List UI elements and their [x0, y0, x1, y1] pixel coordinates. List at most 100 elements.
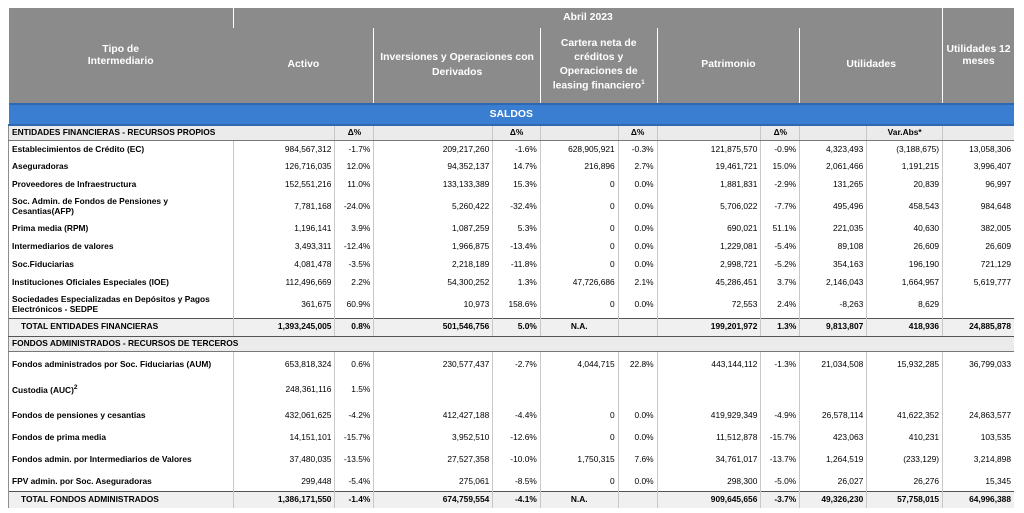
row-label: Custodia (AUC)2	[8, 377, 234, 403]
table: Tipo de Intermediario Abril 2023 Utilida…	[8, 8, 1014, 508]
cell-util: 2,061,466	[799, 158, 867, 176]
cell-inv-pct: -1.6%	[492, 140, 541, 158]
row-label: Fondos de pensiones y cesantias	[8, 403, 234, 429]
cell-pat: 5,706,022	[656, 194, 761, 220]
cell-car-pct: 0.0%	[617, 473, 658, 491]
cell-pat: 72,553	[656, 292, 761, 318]
cell-var: (3,188,675)	[866, 140, 943, 158]
cell-activo: 653,818,324	[232, 351, 335, 377]
cell-pat-pct: 1.3%	[760, 317, 800, 337]
cell-inv: 94,352,137	[373, 158, 493, 176]
cell-car-pct: 22.8%	[617, 351, 658, 377]
cell-car: 0	[539, 176, 619, 194]
cell-pat: 443,144,112	[656, 351, 761, 377]
cell-activo: 361,675	[232, 292, 335, 318]
cell-activo: 3,493,311	[232, 238, 335, 256]
cell-util: 495,496	[799, 194, 867, 220]
row-label: Fondos de prima media	[8, 429, 234, 447]
cell-pat-pct: -5.0%	[760, 473, 800, 491]
row-label: Fondos administrados por Soc. Fiduciaria…	[8, 351, 234, 377]
cell-pat: 909,645,656	[656, 490, 761, 508]
row-label: Sociedades Especializadas en Depósitos y…	[8, 292, 234, 318]
cell-u12: 15,345	[942, 473, 1014, 491]
cell-activo: 432,061,625	[232, 403, 335, 429]
cell-var: 8,629	[866, 292, 943, 318]
cell-var	[866, 377, 943, 403]
cell-inv	[373, 377, 493, 403]
cell-car: 0	[539, 194, 619, 220]
cell-car-pct	[617, 317, 658, 337]
section-header-recursos-propios: ENTIDADES FINANCIERAS - RECURSOS PROPIOS…	[8, 124, 1014, 141]
cell-inv: 501,546,756	[373, 317, 493, 337]
cell-activo-pct: 2.2%	[334, 274, 374, 292]
cell-pat-pct: -0.9%	[760, 140, 800, 158]
tipo-line1: Tipo de	[102, 43, 140, 55]
cell-var: 15,932,285	[866, 351, 943, 377]
cell-var: 196,190	[866, 256, 943, 274]
cell-inv: 275,061	[373, 473, 493, 491]
table-row: Prima media (RPM) 1,196,141 3.9% 1,087,259 5…	[8, 220, 1014, 238]
cell-inv-pct: 5.0%	[492, 317, 541, 337]
table-row: Fondos admin. por Intermediarios de Valo…	[8, 447, 1014, 473]
row-label: FPV admin. por Soc. Aseguradoras	[8, 473, 234, 491]
cell-var: 410,231	[866, 429, 943, 447]
col-header-cartera: Cartera neta de créditos y Operaciones d…	[539, 28, 658, 104]
table-row: FPV admin. por Soc. Aseguradoras 299,448-…	[8, 473, 1014, 491]
cell-inv: 10,973	[373, 292, 493, 318]
cell-pat-pct	[760, 377, 800, 403]
cell-activo: 7,781,168	[232, 194, 335, 220]
cell-car-pct: 0.0%	[617, 238, 658, 256]
cell-util: 131,265	[799, 176, 867, 194]
row-label: Proveedores de Infraestructura	[8, 176, 234, 194]
cell-car-pct: 2.1%	[617, 274, 658, 292]
col-header-tipo: Tipo de Intermediario	[8, 8, 234, 104]
cell-inv-pct: -4.1%	[492, 490, 541, 508]
cell-inv-pct: -8.5%	[492, 473, 541, 491]
cell-inv-pct: -10.0%	[492, 447, 541, 473]
cell-inv-pct: -13.4%	[492, 238, 541, 256]
cell-pat: 11,512,878	[656, 429, 761, 447]
cell-pat-pct: -7.7%	[760, 194, 800, 220]
cell-pat-pct: 51.1%	[760, 220, 800, 238]
cell-pat: 199,201,972	[656, 317, 761, 337]
cell-car: 0	[539, 256, 619, 274]
table-row: Soc.Fiduciarias 4,081,478 -3.5% 2,218,189 -1…	[8, 256, 1014, 274]
cell-activo-pct: -12.4%	[334, 238, 374, 256]
cell-activo-pct: -15.7%	[334, 429, 374, 447]
cell-car-pct: 0.0%	[617, 292, 658, 318]
cell-u12: 26,609	[942, 238, 1014, 256]
cell-inv: 412,427,188	[373, 403, 493, 429]
table-row: Soc. Admin. de Fondos de Pensiones y Ces…	[8, 194, 1014, 220]
cell-u12: 103,535	[942, 429, 1014, 447]
cell-u12	[942, 292, 1014, 318]
row-label: Establecimientos de Crédito (EC)	[8, 140, 234, 158]
cell-var: 418,936	[866, 317, 943, 337]
row-label: Fondos admin. por Intermediarios de Valo…	[8, 447, 234, 473]
cell-car-pct	[617, 490, 658, 508]
cell-car: 216,896	[539, 158, 619, 176]
cell-activo-pct: 11.0%	[334, 176, 374, 194]
col-header-inversiones: Inversiones y Operaciones con Derivados	[373, 28, 541, 104]
cell-car: 0	[539, 238, 619, 256]
cell-pat-pct: 3.7%	[760, 274, 800, 292]
cell-pat-pct: -15.7%	[760, 429, 800, 447]
cell-util: 49,326,230	[799, 490, 867, 508]
cell-car: N.A.	[539, 490, 619, 508]
cell-car: 0	[539, 429, 619, 447]
table-row: Intermediarios de valores 3,493,311 -12.4%…	[8, 238, 1014, 256]
cell-activo-pct: -1.7%	[334, 140, 374, 158]
row-label: TOTAL FONDOS ADMINISTRADOS	[8, 490, 234, 508]
cell-car: 628,905,921	[539, 140, 619, 158]
cell-car: 4,044,715	[539, 351, 619, 377]
cell-activo: 126,716,035	[232, 158, 335, 176]
cell-activo: 1,393,245,005	[232, 317, 335, 337]
cell-activo-pct: 12.0%	[334, 158, 374, 176]
cell-pat-pct: -1.3%	[760, 351, 800, 377]
cell-u12: 3,996,407	[942, 158, 1014, 176]
cell-u12: 64,996,388	[942, 490, 1014, 508]
cell-inv: 27,527,358	[373, 447, 493, 473]
cell-u12: 24,863,577	[942, 403, 1014, 429]
col-header-activo: Activo	[233, 28, 374, 104]
cell-car: 0	[539, 473, 619, 491]
cell-util: 221,035	[799, 220, 867, 238]
